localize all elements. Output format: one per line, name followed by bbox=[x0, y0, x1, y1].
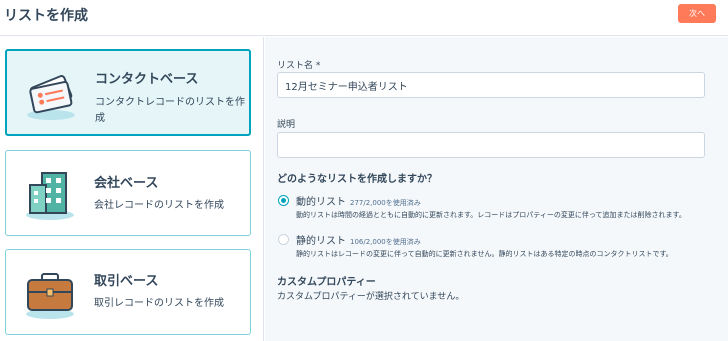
header: リストを作成 次へ bbox=[0, 0, 728, 36]
card-description: コンタクトレコードのリストを作成 bbox=[95, 97, 245, 124]
card-description: 会社レコードのリストを作成 bbox=[94, 200, 224, 211]
dynamic-list-radio[interactable] bbox=[278, 195, 289, 206]
static-list-help: 静的リストはレコードの変更に伴って自動的に更新されません。静的リストはある特定の… bbox=[296, 250, 673, 258]
custom-properties-note: カスタムプロパティーが選択されていません。 bbox=[277, 292, 465, 302]
list-kind-question: どのようなリストを作成しますか？ bbox=[277, 174, 437, 185]
description-label: 説明 bbox=[277, 120, 296, 130]
card-deal-based[interactable]: 取引ベース 取引レコードのリストを作成 bbox=[5, 249, 251, 335]
static-list-option[interactable]: 静的リスト 106/2,000を使用済み bbox=[296, 232, 421, 247]
card-description: 取引レコードのリストを作成 bbox=[94, 298, 224, 309]
card-title: コンタクトベース bbox=[95, 72, 199, 87]
company-building-icon bbox=[20, 163, 80, 223]
card-title: 取引ベース bbox=[94, 274, 159, 289]
page-title: リストを作成 bbox=[4, 8, 88, 24]
list-type-panel: コンタクトベース コンタクトレコードのリストを作成 会社ベース 会社レコードのリ… bbox=[0, 37, 264, 341]
description-input[interactable] bbox=[277, 132, 705, 158]
deal-briefcase-icon bbox=[20, 262, 80, 322]
option-label: 動的リスト bbox=[296, 197, 346, 208]
card-company-based[interactable]: 会社ベース 会社レコードのリストを作成 bbox=[5, 150, 251, 236]
card-title: 会社ベース bbox=[94, 176, 159, 191]
custom-properties-heading: カスタムプロパティー bbox=[277, 277, 376, 288]
dynamic-list-option[interactable]: 動的リスト 277/2,000を使用済み bbox=[296, 193, 421, 208]
dynamic-list-help: 動的リストは時間の経過とともに自動的に更新されます。レコードはプロパティーの変更… bbox=[296, 211, 686, 219]
option-label: 静的リスト bbox=[296, 236, 346, 247]
next-button[interactable]: 次へ bbox=[678, 4, 716, 23]
card-contact-based[interactable]: コンタクトベース コンタクトレコードのリストを作成 bbox=[5, 49, 251, 136]
list-form: リスト名 * 説明 どのようなリストを作成しますか？ 動的リスト 277/2,00… bbox=[265, 37, 728, 341]
option-usage: 106/2,000を使用済み bbox=[350, 238, 421, 246]
static-list-radio[interactable] bbox=[278, 234, 289, 245]
option-usage: 277/2,000を使用済み bbox=[350, 199, 421, 207]
contact-cards-icon bbox=[21, 63, 81, 123]
list-name-label: リスト名 * bbox=[277, 61, 321, 71]
list-name-input[interactable] bbox=[277, 72, 705, 98]
